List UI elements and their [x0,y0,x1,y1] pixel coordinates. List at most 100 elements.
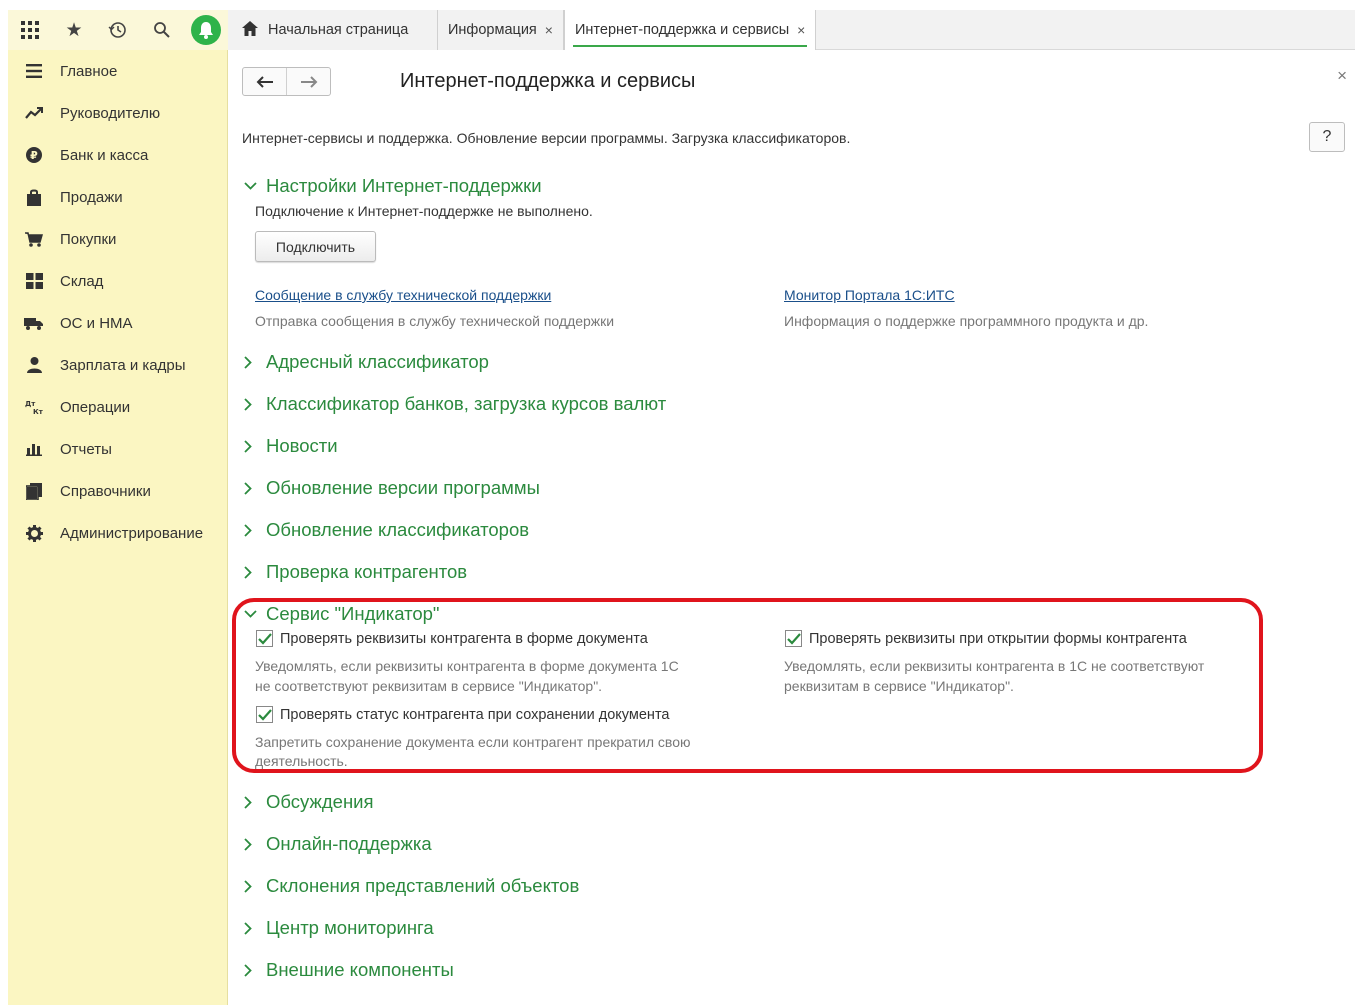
tab-home[interactable]: Начальная страница [228,10,438,50]
chevron-right-icon [244,439,266,453]
sidebar-item-label: Покупки [60,230,117,248]
check-status-on-save-checkbox[interactable]: Проверять статус контрагента при сохране… [256,706,669,723]
gear-icon [8,524,60,542]
chevron-right-icon [244,837,266,851]
sidebar-item-manager[interactable]: Руководителю [8,92,227,134]
checkbox-label: Проверять реквизиты при открытии формы к… [809,630,1187,647]
its-monitor-hint: Информация о поддержке программного прод… [784,313,1149,329]
its-monitor-link[interactable]: Монитор Портала 1С:ИТС [784,287,955,303]
history-icon[interactable] [96,10,140,50]
checkbox-hint: реквизитам в сервисе "Индикатор". [784,678,1014,694]
connect-button[interactable]: Подключить [255,231,376,262]
page-title: Интернет-поддержка и сервисы [400,70,696,92]
history-nav [242,67,331,96]
star-icon[interactable]: ★ [52,10,96,50]
group-classifier-update[interactable]: Обновление классификаторов [244,519,529,541]
group-indicator-service[interactable]: Сервис "Индикатор" [244,603,440,625]
back-button[interactable] [243,68,287,95]
tab-bar: Начальная страница Информация × Интернет… [228,10,817,50]
sidebar-item-label: Операции [60,398,131,416]
group-header-label: Обновление классификаторов [266,519,530,540]
checkbox-label: Проверять реквизиты контрагента в форме … [280,630,648,647]
chevron-right-icon [244,795,266,809]
home-icon [242,20,258,40]
ruble-coin-icon: ₽ [8,147,60,163]
forward-button[interactable] [287,68,330,95]
chevron-right-icon [244,921,266,935]
sidebar-item-payroll[interactable]: Зарплата и кадры [8,344,227,386]
group-support-settings[interactable]: Настройки Интернет-поддержки [244,175,542,197]
checkmark-icon [256,630,273,647]
tab-home-label: Начальная страница [268,22,409,38]
sidebar-item-warehouse[interactable]: Склад [8,260,227,302]
group-address-classifier[interactable]: Адресный классификатор [244,351,489,373]
group-header-label: Адресный классификатор [266,351,489,372]
chevron-down-icon [244,182,266,190]
bell-icon [191,15,221,45]
top-bar: ★ Начальная страница Информация × Интерн… [8,10,1355,50]
toolbar: ★ [8,10,228,50]
tab-internet-support-label: Интернет-поддержка и сервисы [574,22,790,38]
group-header-label: Склонения представлений объектов [266,875,580,896]
group-header-label: Обсуждения [266,791,374,812]
checkmark-icon [256,706,273,723]
sidebar-item-reports[interactable]: Отчеты [8,428,227,470]
group-program-update[interactable]: Обновление версии программы [244,477,540,499]
tech-support-link[interactable]: Сообщение в службу технической поддержки [255,287,551,303]
close-icon[interactable]: × [545,22,553,38]
group-bank-classifier[interactable]: Классификатор банков, загрузка курсов ва… [244,393,666,415]
chevron-right-icon [244,565,266,579]
sidebar-item-admin[interactable]: Администрирование [8,512,227,554]
sidebar-item-main[interactable]: Главное [8,50,227,92]
group-header-label: Настройки Интернет-поддержки [266,175,542,196]
dt-kt-icon: Дт Кт [8,399,60,415]
support-status: Подключение к Интернет-поддержке не выпо… [255,203,593,219]
apps-grid-icon[interactable] [8,10,52,50]
arrow-left-icon [256,75,273,88]
sidebar-item-catalogs[interactable]: Справочники [8,470,227,512]
group-declensions[interactable]: Склонения представлений объектов [244,875,579,897]
check-details-in-document-checkbox[interactable]: Проверять реквизиты контрагента в форме … [256,630,648,647]
sidebar-item-label: Банк и касса [60,146,149,164]
checkbox-label: Проверять статус контрагента при сохране… [280,706,670,723]
cart-icon [8,231,60,247]
menu-lines-icon [8,64,60,78]
tech-support-hint: Отправка сообщения в службу технической … [255,313,615,329]
group-online-support[interactable]: Онлайн-поддержка [244,833,432,855]
group-header-label: Сервис "Индикатор" [266,603,440,624]
tab-info[interactable]: Информация × [438,10,564,50]
chevron-right-icon [244,481,266,495]
search-icon[interactable] [140,10,184,50]
sidebar-item-label: Главное [60,62,118,80]
tab-internet-support[interactable]: Интернет-поддержка и сервисы × [563,10,817,50]
check-details-on-open-checkbox[interactable]: Проверять реквизиты при открытии формы к… [785,630,1187,647]
group-monitoring-center[interactable]: Центр мониторинга [244,917,434,939]
group-discussions[interactable]: Обсуждения [244,791,374,813]
checkmark-icon [785,630,802,647]
page-description: Интернет-сервисы и поддержка. Обновление… [242,130,851,146]
truck-icon [8,317,60,330]
group-header-label: Центр мониторинга [266,917,434,938]
group-news[interactable]: Новости [244,435,338,457]
sidebar-item-sales[interactable]: Продажи [8,176,227,218]
close-icon[interactable]: × [1337,66,1347,86]
group-header-label: Онлайн-поддержка [266,833,432,854]
sidebar-item-assets[interactable]: ОС и НМА [8,302,227,344]
tab-info-label: Информация [448,22,537,38]
sidebar-item-operations[interactable]: Дт Кт Операции [8,386,227,428]
group-header-label: Проверка контрагентов [266,561,468,582]
close-icon[interactable]: × [797,22,805,38]
svg-text:Кт: Кт [33,408,43,415]
checkbox-hint: деятельность. [255,753,348,769]
sidebar-item-label: ОС и НМА [60,314,133,332]
sidebar-item-purchases[interactable]: Покупки [8,218,227,260]
books-icon [8,482,60,500]
group-counterparty-check[interactable]: Проверка контрагентов [244,561,467,583]
help-button[interactable]: ? [1309,122,1345,152]
chevron-right-icon [244,397,266,411]
sidebar-item-bank[interactable]: ₽ Банк и касса [8,134,227,176]
group-external-components[interactable]: Внешние компоненты [244,959,454,981]
group-header-label: Классификатор банков, загрузка курсов ва… [266,393,667,414]
svg-text:₽: ₽ [30,149,38,162]
notifications-button[interactable] [184,10,228,50]
